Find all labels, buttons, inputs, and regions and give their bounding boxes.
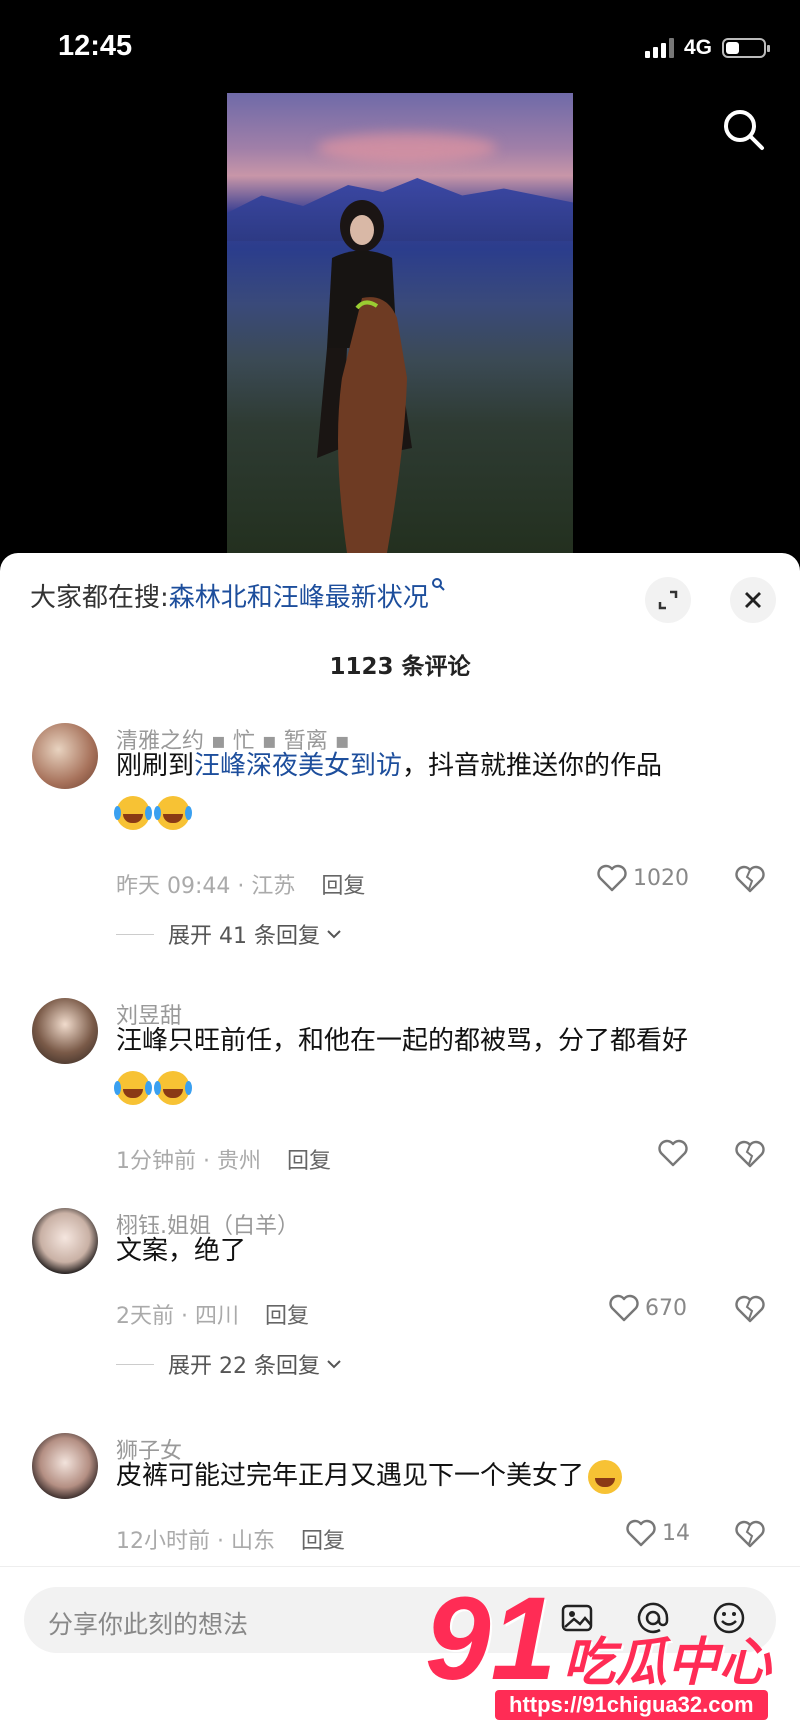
close-icon bbox=[745, 592, 761, 608]
video-sky bbox=[317, 133, 497, 163]
horse-rider-figure bbox=[317, 200, 412, 553]
heart-icon bbox=[658, 1139, 688, 1167]
status-indicators: 4G bbox=[644, 36, 770, 60]
like-button[interactable]: 670 bbox=[609, 1294, 687, 1322]
avatar[interactable] bbox=[32, 998, 98, 1064]
comment-text-part: 汪峰只旺前任，和他在一起的都被骂，分了都看好 bbox=[116, 1026, 689, 1056]
comment-text: 汪峰只旺前任，和他在一起的都被骂，分了都看好 bbox=[114, 1018, 756, 1110]
comment-meta: 1分钟前 · 贵州 回复 bbox=[116, 1143, 331, 1175]
comment-time-location: 1分钟前 · 贵州 bbox=[116, 1149, 261, 1174]
reply-button[interactable]: 回复 bbox=[301, 1529, 345, 1554]
status-bar: 12:45 4G bbox=[0, 0, 800, 92]
comment-meta: 昨天 09:44 · 江苏 回复 bbox=[116, 868, 365, 900]
like-count: 14 bbox=[662, 1520, 690, 1546]
search-button[interactable] bbox=[722, 108, 766, 152]
comment-time-location: 2天前 · 四川 bbox=[116, 1304, 239, 1329]
laugh-cry-emoji-icon bbox=[114, 1070, 152, 1105]
like-button[interactable]: 14 bbox=[626, 1519, 690, 1547]
expand-replies-button[interactable]: 展开 22 条回复 bbox=[116, 1348, 342, 1380]
comment-count: 1123 条评论 bbox=[329, 654, 471, 680]
expand-replies-button[interactable]: 展开 41 条回复 bbox=[116, 918, 342, 950]
chevron-down-icon bbox=[327, 1360, 341, 1369]
heart-icon bbox=[597, 864, 627, 892]
comment-hashtag-link[interactable]: 汪峰深夜美女到访 bbox=[194, 751, 402, 781]
network-type: 4G bbox=[683, 36, 712, 59]
laugh-cry-emoji-icon bbox=[154, 1070, 192, 1105]
avatar[interactable] bbox=[32, 1208, 98, 1274]
heart-icon bbox=[626, 1519, 656, 1547]
signal-icon bbox=[644, 38, 674, 58]
broken-heart-icon[interactable] bbox=[735, 1520, 765, 1548]
status-time: 12:45 bbox=[58, 30, 133, 62]
reply-button[interactable]: 回复 bbox=[287, 1149, 331, 1174]
watermark-url: https://91chigua32.com bbox=[495, 1690, 768, 1720]
comment-text: 刚刷到汪峰深夜美女到访，抖音就推送你的作品 bbox=[114, 743, 756, 835]
hot-search-bar[interactable]: 大家都在搜:森林北和汪峰最新状况 bbox=[30, 577, 445, 614]
comment-time-location: 昨天 09:44 · 江苏 bbox=[116, 874, 296, 899]
expand-replies-label: 展开 41 条回复 bbox=[168, 924, 320, 949]
video-player[interactable] bbox=[227, 93, 573, 553]
broken-heart-icon[interactable] bbox=[735, 1295, 765, 1323]
watermark-text: 吃瓜中心 bbox=[563, 1633, 772, 1693]
divider bbox=[116, 1363, 154, 1365]
like-count: 670 bbox=[645, 1295, 687, 1321]
like-button[interactable]: 1020 bbox=[597, 864, 689, 892]
reply-button[interactable]: 回复 bbox=[321, 874, 365, 899]
watermark-number: 91 bbox=[425, 1573, 557, 1705]
expand-icon bbox=[658, 590, 678, 610]
comment-text: 文案，绝了 bbox=[116, 1228, 756, 1274]
reply-button[interactable]: 回复 bbox=[265, 1304, 309, 1329]
close-sheet-button[interactable] bbox=[730, 577, 776, 623]
comment-text-part: ，抖音就推送你的作品 bbox=[402, 751, 663, 781]
divider bbox=[116, 933, 154, 935]
like-button[interactable] bbox=[658, 1139, 688, 1167]
comment-time-location: 12小时前 · 山东 bbox=[116, 1529, 275, 1554]
grin-sweat-emoji-icon bbox=[588, 1459, 623, 1494]
comment-text: 皮裤可能过完年正月又遇见下一个美女了 bbox=[116, 1453, 756, 1499]
comment-text-part: 刚刷到 bbox=[116, 751, 195, 781]
hot-search-label: 大家都在搜: bbox=[30, 583, 169, 613]
avatar[interactable] bbox=[32, 723, 98, 789]
laugh-cry-emoji-icon bbox=[114, 795, 152, 830]
expand-replies-label: 展开 22 条回复 bbox=[168, 1354, 320, 1379]
broken-heart-icon[interactable] bbox=[735, 865, 765, 893]
hot-search-link[interactable]: 森林北和汪峰最新状况 bbox=[169, 583, 429, 613]
expand-sheet-button[interactable] bbox=[645, 577, 691, 623]
comment-meta: 2天前 · 四川 回复 bbox=[116, 1298, 309, 1330]
laugh-cry-emoji-icon bbox=[154, 795, 192, 830]
small-search-icon bbox=[431, 578, 445, 591]
comment-meta: 12小时前 · 山东 回复 bbox=[116, 1523, 345, 1555]
comment-text-part: 文案，绝了 bbox=[116, 1236, 247, 1266]
comment-input-placeholder: 分享你此刻的想法 bbox=[48, 1610, 249, 1639]
comment-text-part: 皮裤可能过完年正月又遇见下一个美女了 bbox=[116, 1461, 585, 1491]
like-count: 1020 bbox=[633, 865, 689, 891]
watermark-logo: 91 吃瓜中心 https://91chigua32.com bbox=[425, 1580, 785, 1720]
comment-sheet: 大家都在搜:森林北和汪峰最新状况 1123 条评论 清雅之约 ▪ 忙 ▪ 暂离 … bbox=[0, 553, 800, 1731]
battery-icon bbox=[722, 38, 770, 58]
avatar[interactable] bbox=[32, 1433, 98, 1499]
search-icon bbox=[724, 110, 764, 150]
broken-heart-icon[interactable] bbox=[735, 1140, 765, 1168]
heart-icon bbox=[609, 1294, 639, 1322]
chevron-down-icon bbox=[327, 930, 341, 939]
